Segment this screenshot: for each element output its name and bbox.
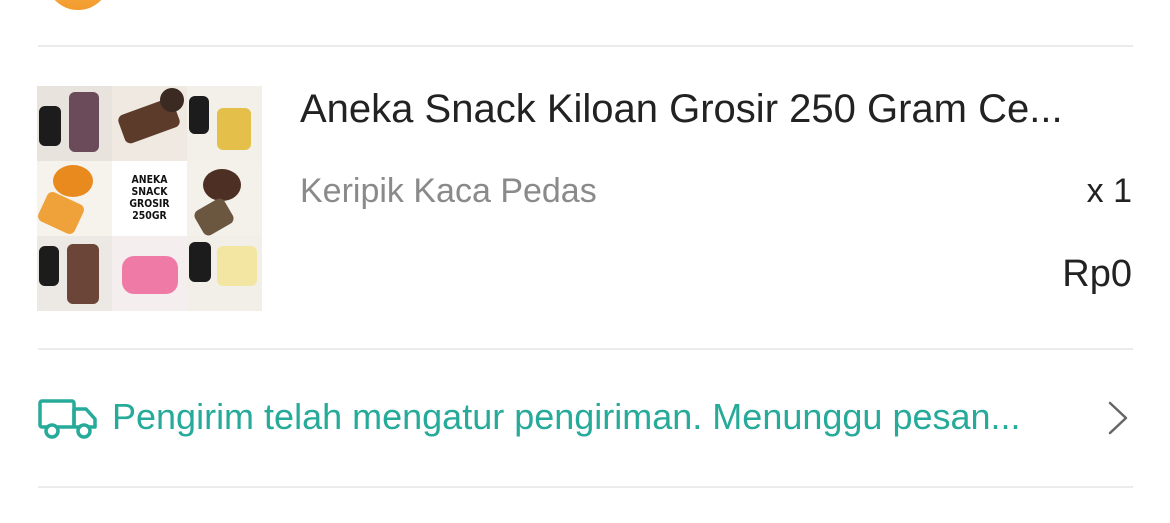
- thumb-tile: [37, 86, 112, 161]
- product-quantity: x 1: [1086, 172, 1132, 210]
- product-price: Rp0: [1062, 253, 1132, 295]
- thumb-tile: [187, 86, 262, 161]
- product-variant: Keripik Kaca Pedas: [300, 172, 597, 210]
- shop-avatar: [46, 0, 110, 10]
- thumb-tile: [37, 236, 112, 311]
- thumb-tile: [37, 161, 112, 236]
- product-thumbnail[interactable]: ANEKA SNACK GROSIR 250GR: [37, 86, 262, 311]
- thumb-tile: [187, 236, 262, 311]
- thumb-tile: [112, 86, 187, 161]
- product-image-text: ANEKA SNACK GROSIR 250GR: [129, 173, 170, 222]
- shipping-status-row[interactable]: Pengirim telah mengatur pengiriman. Menu…: [0, 350, 1170, 486]
- product-title[interactable]: Aneka Snack Kiloan Grosir 250 Gram Ce...: [300, 85, 1130, 133]
- shipping-status-text: Pengirim telah mengatur pengiriman. Menu…: [112, 396, 1021, 437]
- truck-icon: [38, 399, 97, 439]
- thumb-tile: [112, 236, 187, 311]
- thumb-tile: [187, 161, 262, 238]
- order-product-item[interactable]: ANEKA SNACK GROSIR 250GR Aneka Snack Kil…: [0, 47, 1170, 348]
- divider: [38, 486, 1133, 488]
- chevron-right-icon: [1108, 401, 1128, 435]
